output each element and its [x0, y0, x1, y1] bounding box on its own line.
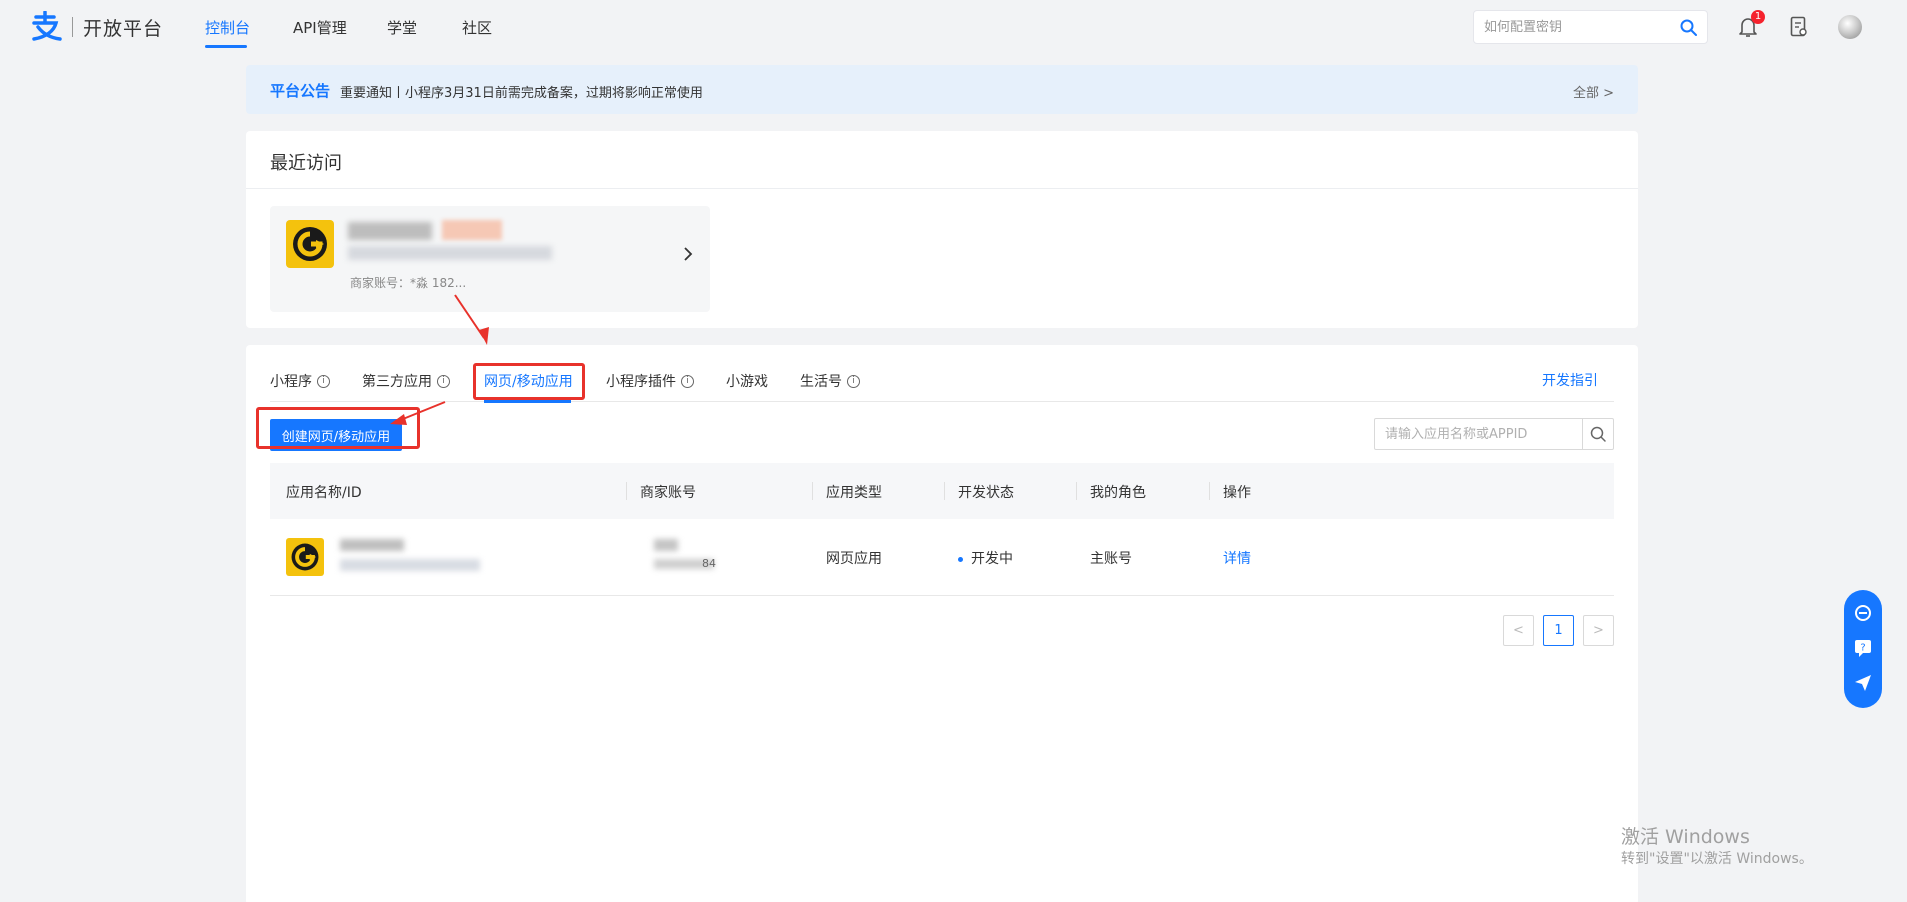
redacted-tag — [442, 220, 502, 240]
redacted-app-name — [348, 222, 432, 240]
logo-divider — [72, 17, 73, 37]
column-separator — [812, 482, 813, 500]
pagination-page-1[interactable]: 1 — [1543, 615, 1574, 646]
nav-console[interactable]: 控制台 — [205, 17, 250, 38]
recent-visits-card: 最近访问 商家账号：*淼 182... — [246, 131, 1638, 328]
annotation-highlight-create-button — [256, 407, 420, 449]
global-search — [1473, 10, 1708, 44]
column-separator — [944, 482, 945, 500]
document-icon[interactable] — [1790, 16, 1808, 42]
info-icon[interactable]: i — [847, 374, 860, 388]
info-icon[interactable]: i — [437, 374, 450, 388]
platform-logo[interactable]: 开放平台 — [28, 11, 163, 43]
nav-active-indicator — [205, 45, 247, 48]
table-header: 应用名称/ID 商家账号 应用类型 开发状态 我的角色 操作 — [270, 463, 1614, 519]
app-type: 网页应用 — [826, 551, 882, 567]
floating-help-toolbar: ? — [1844, 590, 1882, 708]
alipay-logo-icon — [28, 11, 64, 43]
search-icon[interactable] — [1680, 19, 1697, 40]
help-question-icon[interactable]: ? — [1853, 638, 1873, 658]
top-navigation: 开放平台 控制台 API管理 学堂 社区 1 — [0, 0, 1907, 56]
pagination-prev-button[interactable]: < — [1503, 615, 1534, 646]
announcement-bar: 平台公告 重要通知丨小程序3月31日前需完成备案，过期将影响正常使用 全部 > — [246, 65, 1638, 114]
tab-divider — [270, 401, 1614, 402]
column-header: 应用类型 — [826, 485, 882, 501]
table-row[interactable]: 84 网页应用 开发中 主账号 详情 — [270, 519, 1614, 596]
info-icon[interactable]: i — [681, 374, 694, 388]
brand-name: 开放平台 — [83, 17, 164, 40]
recent-visits-title: 最近访问 — [270, 153, 342, 174]
announcement-tag: 平台公告 — [270, 82, 331, 100]
nav-community[interactable]: 社区 — [462, 17, 492, 38]
windows-activation-watermark: 激活 Windows — [1621, 826, 1750, 848]
tab-label: 生活号 — [800, 374, 842, 390]
redacted-app-id — [348, 246, 552, 260]
app-search-input[interactable] — [1385, 425, 1575, 443]
redacted-merchant-name — [654, 539, 678, 551]
divider — [246, 188, 1638, 189]
recent-app-card[interactable]: 商家账号：*淼 182... — [270, 206, 710, 312]
tab-label: 小程序插件 — [606, 374, 676, 390]
tab-label: 小游戏 — [726, 374, 768, 390]
nav-api-management[interactable]: API管理 — [293, 17, 347, 38]
my-role: 主账号 — [1090, 551, 1132, 567]
recent-merchant-account: 商家账号：*淼 182... — [350, 276, 467, 290]
tab-mini-program-plugin[interactable]: 小程序插件 i — [606, 371, 694, 391]
chat-icon[interactable] — [1853, 603, 1873, 623]
tab-third-party-app[interactable]: 第三方应用 i — [362, 371, 450, 391]
tab-label: 小程序 — [270, 374, 312, 390]
dev-guide-link[interactable]: 开发指引 — [1542, 370, 1598, 390]
tab-life-account[interactable]: 生活号 i — [800, 371, 860, 391]
column-header: 我的角色 — [1090, 485, 1146, 501]
windows-activation-hint: 转到"设置"以激活 Windows。 — [1621, 851, 1813, 867]
tab-mini-program[interactable]: 小程序 i — [270, 371, 330, 391]
column-header: 商家账号 — [640, 485, 696, 501]
tab-mini-game[interactable]: 小游戏 — [726, 371, 768, 391]
dev-status: 开发中 — [958, 548, 1013, 568]
app-logo-icon — [286, 538, 324, 576]
tab-active-indicator — [484, 400, 571, 403]
column-separator — [1076, 482, 1077, 500]
redacted-app-name — [340, 539, 404, 551]
details-link[interactable]: 详情 — [1223, 548, 1251, 568]
notification-badge: 1 — [1751, 10, 1765, 24]
global-search-input[interactable] — [1484, 17, 1674, 37]
user-avatar[interactable] — [1838, 15, 1862, 39]
column-separator — [626, 482, 627, 500]
announcement-all-link[interactable]: 全部 > — [1573, 82, 1614, 101]
column-header: 操作 — [1223, 485, 1251, 501]
redacted-app-id — [340, 559, 480, 571]
info-icon[interactable]: i — [317, 374, 330, 388]
annotation-highlight-tab — [473, 363, 585, 400]
nav-academy[interactable]: 学堂 — [387, 17, 417, 38]
column-header: 开发状态 — [958, 485, 1014, 501]
dev-status-label: 开发中 — [971, 551, 1013, 567]
column-separator — [1209, 482, 1210, 500]
app-logo-icon — [286, 220, 334, 268]
chevron-right-icon[interactable] — [682, 246, 694, 265]
app-list-card: 小程序 i 第三方应用 i 网页/移动应用 小程序插件 i 小游戏 生活号 i 开发指引… — [246, 345, 1638, 902]
feedback-send-icon[interactable] — [1853, 673, 1873, 693]
status-dot-icon — [958, 556, 963, 562]
announcement-message[interactable]: 重要通知丨小程序3月31日前需完成备案，过期将影响正常使用 — [340, 82, 703, 101]
column-header: 应用名称/ID — [286, 485, 362, 501]
merchant-account-tail: 84 — [702, 557, 716, 570]
svg-text:?: ? — [1860, 643, 1865, 654]
app-search-button[interactable] — [1582, 419, 1613, 449]
search-icon — [1590, 426, 1606, 442]
pagination-next-button[interactable]: > — [1583, 615, 1614, 646]
app-search — [1374, 418, 1614, 450]
tab-label: 第三方应用 — [362, 374, 432, 390]
